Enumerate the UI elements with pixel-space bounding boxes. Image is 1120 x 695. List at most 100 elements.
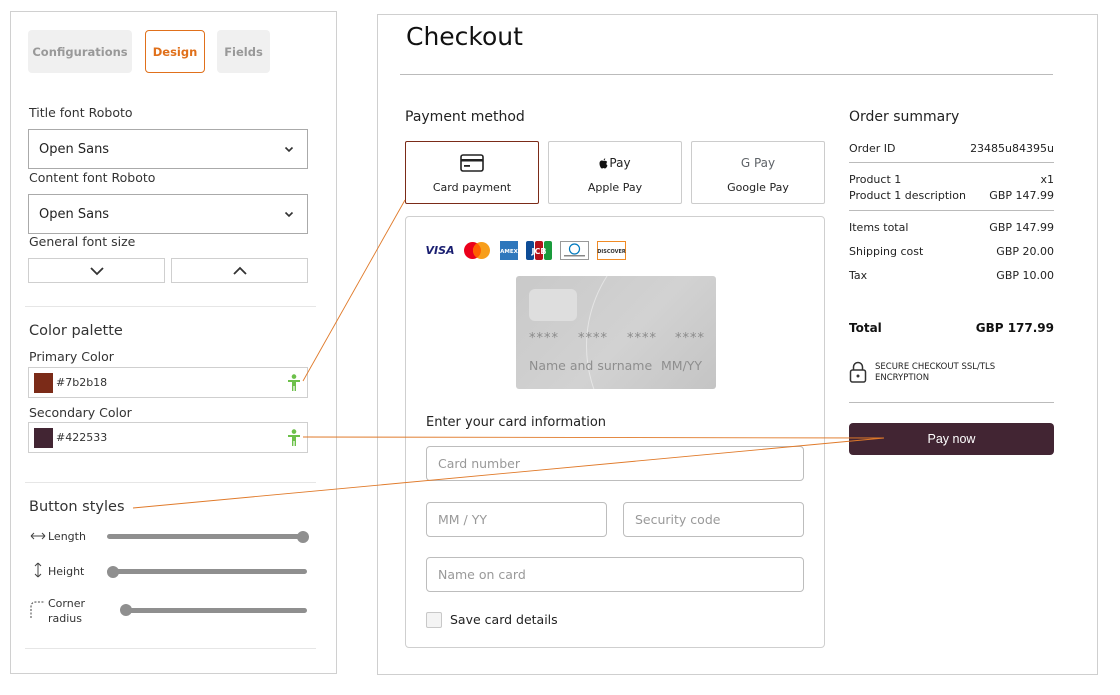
chevron-down-icon	[284, 146, 294, 153]
height-slider-track[interactable]	[107, 569, 307, 574]
name-on-card-input[interactable]: Name on card	[426, 557, 804, 592]
shipping-value: GBP 20.00	[996, 245, 1054, 258]
divider	[25, 306, 316, 307]
tax-row: Tax GBP 10.00	[849, 269, 1054, 282]
card-chip	[529, 289, 577, 321]
card-form: VISA AMEX JCB DISCOVER **** **** **** **…	[405, 216, 825, 648]
secondary-color-hex: #422533	[56, 431, 108, 444]
checkout-preview: Checkout Payment method Card payment Pay…	[377, 14, 1098, 675]
chevron-down-icon	[284, 211, 294, 218]
card-brands: VISA AMEX JCB DISCOVER	[425, 241, 626, 260]
person-icon[interactable]	[287, 429, 301, 447]
pay-now-button[interactable]: Pay now	[849, 423, 1054, 455]
visa-logo: VISA	[425, 244, 455, 257]
tax-value: GBP 10.00	[996, 269, 1054, 282]
secondary-color-swatch[interactable]	[34, 428, 53, 448]
content-font-label: Content font Roboto	[29, 170, 156, 185]
items-total-row: Items total GBP 147.99	[849, 221, 1054, 234]
length-label: Length	[48, 530, 86, 543]
card-number-group: ****	[627, 331, 657, 346]
divider	[849, 210, 1054, 211]
corner-radius-label: Corner radius	[48, 597, 86, 625]
amex-logo: AMEX	[500, 241, 518, 260]
google-pay-icon: G Pay	[740, 156, 776, 170]
apple-pay-option[interactable]: Pay Apple Pay	[548, 141, 682, 204]
product-price: GBP 147.99	[989, 189, 1054, 202]
order-id-label: Order ID	[849, 142, 896, 155]
total-row: Total GBP 177.99	[849, 321, 1054, 335]
google-pay-label: Google Pay	[727, 181, 789, 194]
secondary-color-label: Secondary Color	[29, 405, 132, 420]
order-id-value: 23485u84395u	[970, 142, 1054, 155]
security-code-input[interactable]: Security code	[623, 502, 804, 537]
diners-club-logo	[560, 241, 589, 260]
tab-configurations[interactable]: Configurations	[28, 30, 132, 73]
primary-color-field[interactable]: #7b2b18	[28, 367, 308, 398]
height-label: Height	[48, 565, 85, 578]
save-card-checkbox[interactable]	[426, 612, 442, 628]
discover-logo: DISCOVER	[597, 241, 626, 260]
payment-method-title: Payment method	[405, 109, 525, 125]
font-size-decrease-button[interactable]	[28, 258, 165, 283]
card-number-input[interactable]: Card number	[426, 446, 804, 481]
apple-pay-label: Apple Pay	[587, 181, 643, 194]
corner-radius-slider-track[interactable]	[121, 608, 307, 613]
content-font-select[interactable]: Open Sans	[28, 194, 308, 234]
primary-color-swatch[interactable]	[34, 373, 53, 393]
secure-checkout-text: SECURE CHECKOUT SSL/TLS ENCRYPTION	[875, 362, 996, 383]
color-palette-title: Color palette	[29, 323, 123, 339]
primary-color-label: Primary Color	[29, 349, 114, 364]
card-payment-label: Card payment	[432, 181, 512, 194]
svg-text:JCB: JCB	[531, 247, 547, 256]
chevron-down-icon	[89, 266, 104, 275]
divider	[25, 648, 316, 649]
card-expiry-placeholder: MM/YY	[661, 358, 703, 373]
person-icon[interactable]	[287, 374, 301, 392]
tab-fields[interactable]: Fields	[217, 30, 270, 73]
product-name: Product 1	[849, 173, 902, 186]
apple-pay-icon: Pay	[609, 156, 631, 170]
order-id-row: Order ID 23485u84395u	[849, 142, 1054, 155]
google-pay-option[interactable]: G Pay Google Pay	[691, 141, 825, 204]
shipping-label: Shipping cost	[849, 245, 924, 258]
enter-card-title: Enter your card information	[426, 415, 607, 430]
content-font-value: Open Sans	[39, 206, 110, 222]
shipping-row: Shipping cost GBP 20.00	[849, 245, 1054, 258]
mastercard-logo	[464, 242, 490, 259]
product-description: Product 1 description	[849, 189, 966, 202]
save-card-label: Save card details	[450, 612, 558, 627]
card-payment-option[interactable]: Card payment	[405, 141, 539, 204]
title-font-value: Open Sans	[39, 141, 110, 157]
credit-card-icon	[460, 154, 484, 172]
button-styles-title: Button styles	[29, 499, 125, 515]
length-slider-track[interactable]	[107, 534, 307, 539]
tax-label: Tax	[849, 269, 868, 282]
horizontal-arrows-icon	[30, 532, 46, 540]
font-size-increase-button[interactable]	[171, 258, 308, 283]
divider	[400, 74, 1053, 75]
length-slider-handle[interactable]	[297, 531, 309, 543]
total-label: Total	[849, 321, 882, 335]
expiry-input[interactable]: MM / YY	[426, 502, 607, 537]
chevron-up-icon	[232, 266, 247, 275]
height-slider-handle[interactable]	[107, 566, 119, 578]
divider	[849, 162, 1054, 163]
title-font-select[interactable]: Open Sans	[28, 129, 308, 169]
divider	[849, 402, 1054, 403]
product-row: Product 1 x1	[849, 173, 1054, 186]
card-number-group: ****	[578, 331, 608, 346]
items-total-label: Items total	[849, 221, 909, 234]
svg-text:AMEX: AMEX	[500, 249, 518, 255]
corner-radius-slider-handle[interactable]	[120, 604, 132, 616]
product-description-row: Product 1 description GBP 147.99	[849, 189, 1054, 202]
card-number-group: ****	[529, 331, 559, 346]
primary-color-hex: #7b2b18	[56, 376, 108, 389]
credit-card-preview: **** **** **** **** Name and surname MM/…	[516, 276, 716, 389]
tab-design[interactable]: Design	[145, 30, 205, 73]
page-title: Checkout	[406, 22, 523, 51]
secondary-color-field[interactable]: #422533	[28, 422, 308, 453]
lock-icon	[849, 361, 867, 383]
card-number-group: ****	[675, 331, 705, 346]
product-qty: x1	[1040, 173, 1054, 186]
items-total-value: GBP 147.99	[989, 221, 1054, 234]
